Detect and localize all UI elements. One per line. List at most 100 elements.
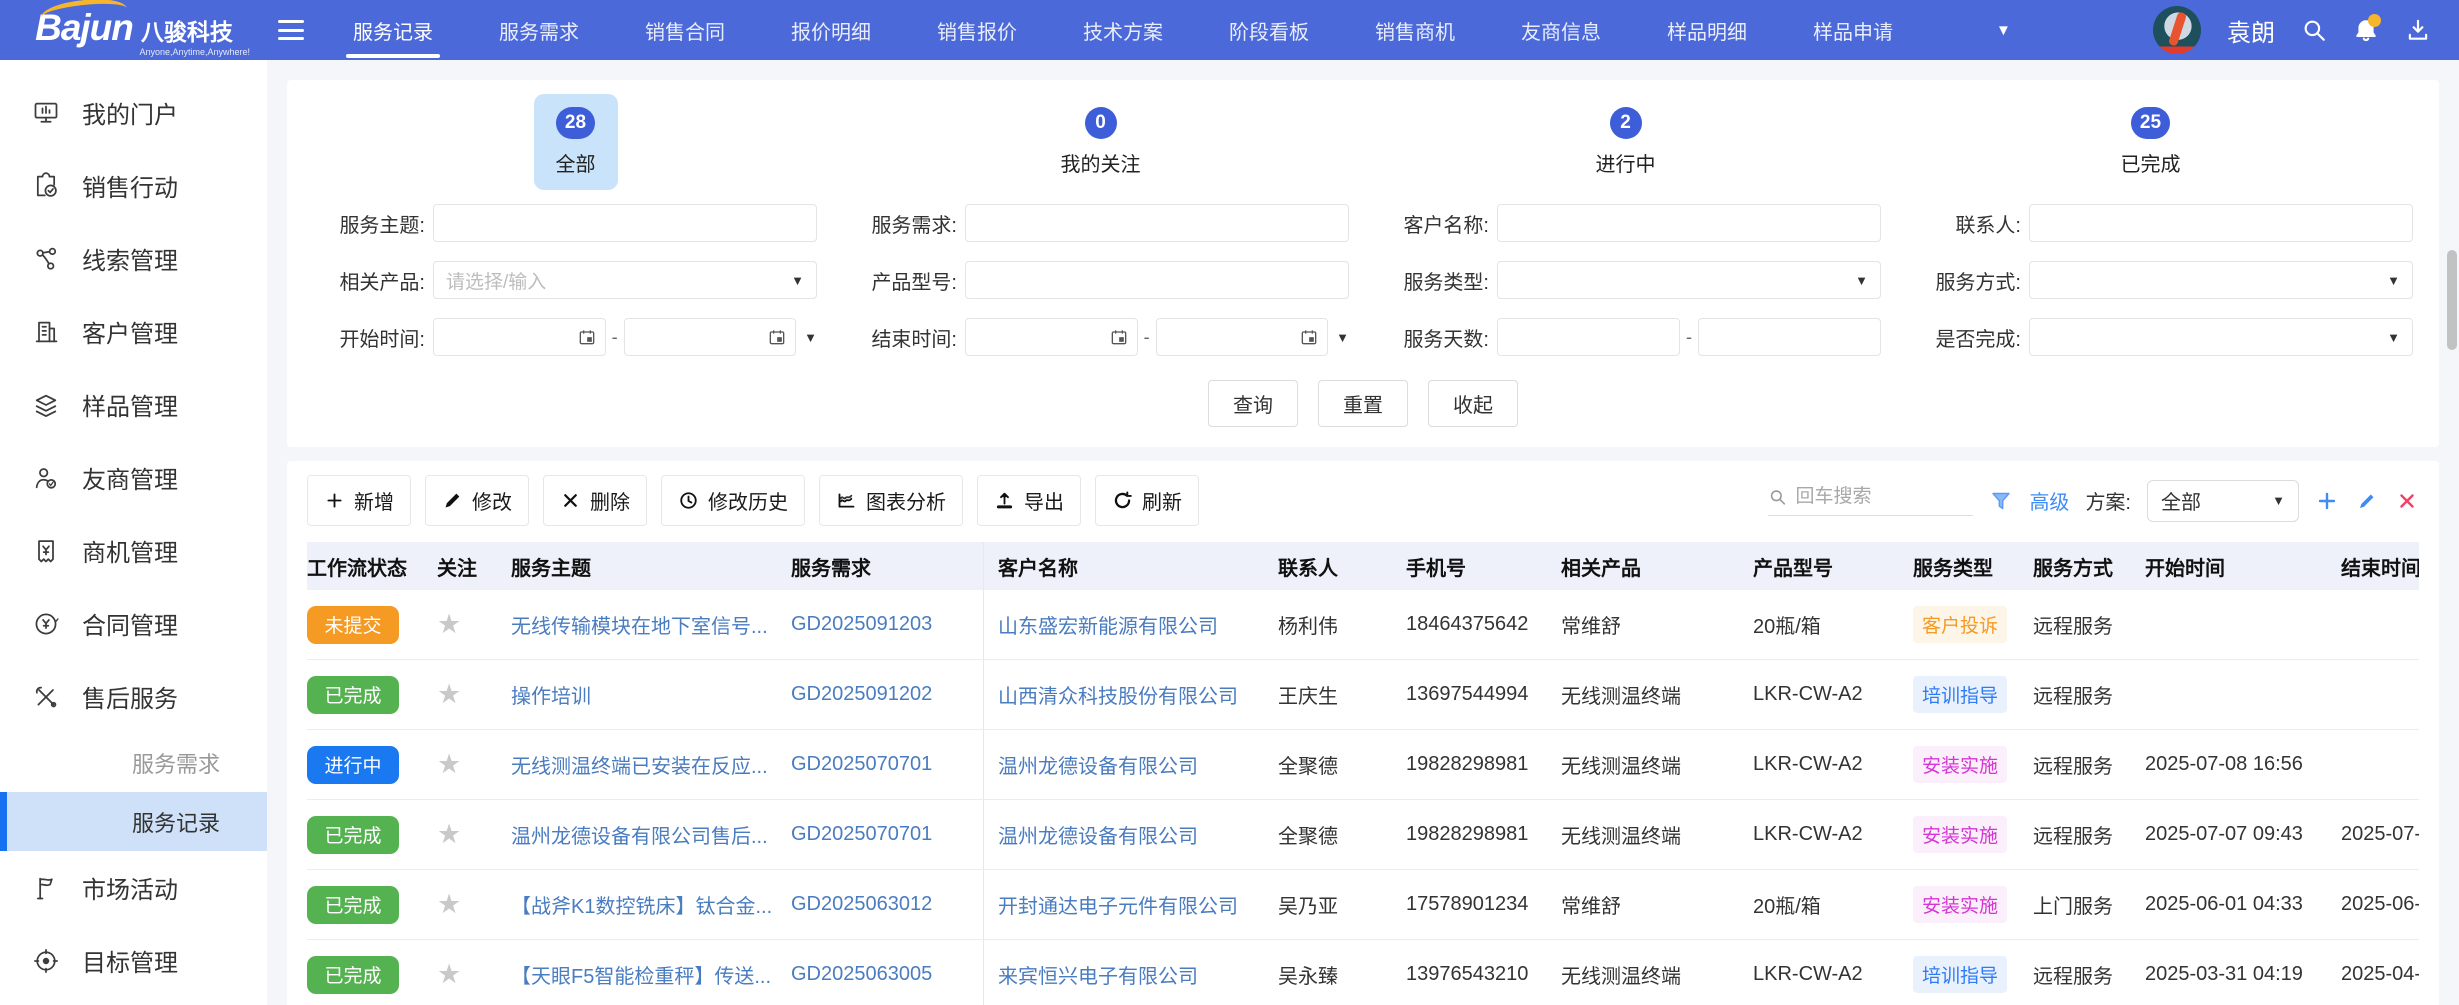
start-date-to[interactable] xyxy=(624,318,797,356)
nav-tab-sales-contracts[interactable]: 销售合同 xyxy=(612,0,758,60)
demand-link[interactable]: GD2025070701 xyxy=(791,753,932,776)
end-date-from[interactable] xyxy=(965,318,1138,356)
table-search[interactable] xyxy=(1768,486,1973,516)
filter-funnel-icon[interactable] xyxy=(1989,489,2013,513)
nav-tab-sales-opportunities[interactable]: 销售商机 xyxy=(1342,0,1488,60)
caret-down-icon[interactable]: ▼ xyxy=(804,330,817,345)
sidebar-item-samples[interactable]: 样品管理 xyxy=(0,368,267,441)
search-icon[interactable] xyxy=(2301,17,2327,43)
star-icon[interactable]: ★ xyxy=(437,611,461,638)
nav-tab-service-demands[interactable]: 服务需求 xyxy=(466,0,612,60)
customer-link[interactable]: 温州龙德设备有限公司 xyxy=(998,750,1198,779)
history-button[interactable]: 修改历史 xyxy=(661,475,805,526)
sidebar-item-my-portal[interactable]: 我的门户 xyxy=(0,76,267,149)
nav-tab-sample-requests[interactable]: 样品申请 xyxy=(1780,0,1926,60)
topic-link[interactable]: 温州龙德设备有限公司售后... xyxy=(511,820,768,849)
model-input[interactable] xyxy=(978,269,1336,291)
sidebar-item-leads[interactable]: 线索管理 xyxy=(0,222,267,295)
nav-more-caret-icon[interactable]: ▼ xyxy=(1996,0,2011,60)
customer-link[interactable]: 来宾恒兴电子有限公司 xyxy=(998,960,1198,989)
topic-link[interactable]: 无线测温终端已安装在反应... xyxy=(511,750,768,779)
demand-input[interactable] xyxy=(978,212,1336,234)
scheme-edit-icon[interactable] xyxy=(2355,489,2379,513)
sidebar-item-after-sales[interactable]: 售后服务 xyxy=(0,660,267,733)
edit-button[interactable]: 修改 xyxy=(425,475,529,526)
topic-link[interactable]: 【战斧K1数控铣床】钛合金... xyxy=(511,890,772,919)
customer-link[interactable]: 开封通达电子元件有限公司 xyxy=(998,890,1238,919)
star-icon[interactable]: ★ xyxy=(437,961,461,988)
contact-input[interactable] xyxy=(2042,212,2400,234)
demand-link[interactable]: GD2025063005 xyxy=(791,963,932,986)
scrollbar-thumb[interactable] xyxy=(2447,250,2457,350)
table-row[interactable]: 已完成 ★ 温州龙德设备有限公司售后... GD2025070701 温州龙德设… xyxy=(307,800,2419,870)
chart-analysis-button[interactable]: 图表分析 xyxy=(819,475,963,526)
sidebar-item-marketing[interactable]: 市场活动 xyxy=(0,851,267,924)
table-row[interactable]: 未提交 ★ 无线传输模块在地下室信号... GD2025091203 山东盛宏新… xyxy=(307,590,2419,660)
user-name[interactable]: 袁朗 xyxy=(2227,13,2275,48)
method-select[interactable]: ▼ xyxy=(2029,261,2413,299)
nav-tab-sales-quotes[interactable]: 销售报价 xyxy=(904,0,1050,60)
sidebar-subitem-service-records[interactable]: 服务记录 xyxy=(0,792,267,851)
customer-input[interactable] xyxy=(1510,212,1868,234)
topic-input[interactable] xyxy=(446,212,804,234)
table-search-input[interactable] xyxy=(1796,486,1974,508)
start-date-from[interactable] xyxy=(433,318,606,356)
scheme-select[interactable]: 全部 ▼ xyxy=(2147,480,2299,522)
sidebar-item-sales-actions[interactable]: 销售行动 xyxy=(0,149,267,222)
nav-tab-stage-board[interactable]: 阶段看板 xyxy=(1196,0,1342,60)
sidebar-item-customers[interactable]: 客户管理 xyxy=(0,295,267,368)
scheme-delete-icon[interactable] xyxy=(2395,489,2419,513)
export-button[interactable]: 导出 xyxy=(977,475,1081,526)
query-button[interactable]: 查询 xyxy=(1208,380,1298,427)
demand-link[interactable]: GD2025063012 xyxy=(791,893,932,916)
star-icon[interactable]: ★ xyxy=(437,891,461,918)
star-icon[interactable]: ★ xyxy=(437,821,461,848)
demand-link[interactable]: GD2025070701 xyxy=(791,823,932,846)
brand-logo[interactable]: Bajun 八骏科技 Anyone,Anytime,Anywhere! xyxy=(0,3,268,57)
reset-button[interactable]: 重置 xyxy=(1318,380,1408,427)
nav-tab-service-records[interactable]: 服务记录 xyxy=(320,0,466,60)
menu-hamburger-icon[interactable] xyxy=(278,20,304,40)
caret-down-icon[interactable]: ▼ xyxy=(1336,330,1349,345)
advanced-link[interactable]: 高级 xyxy=(2029,486,2069,515)
refresh-button[interactable]: 刷新 xyxy=(1095,475,1199,526)
vertical-scrollbar[interactable] xyxy=(2447,60,2457,1005)
demand-link[interactable]: GD2025091202 xyxy=(791,683,932,706)
sidebar-item-opportunities[interactable]: 商机管理 xyxy=(0,514,267,587)
table-row[interactable]: 已完成 ★ 操作培训 GD2025091202 山西清众科技股份有限公司 王庆生… xyxy=(307,660,2419,730)
user-avatar[interactable] xyxy=(2153,6,2201,54)
sidebar-item-contracts[interactable]: 合同管理 xyxy=(0,587,267,660)
collapse-button[interactable]: 收起 xyxy=(1428,380,1518,427)
stat-completed[interactable]: 25 已完成 xyxy=(2099,94,2203,190)
nav-tab-competitor-info[interactable]: 友商信息 xyxy=(1488,0,1634,60)
table-row[interactable]: 进行中 ★ 无线测温终端已安装在反应... GD2025070701 温州龙德设… xyxy=(307,730,2419,800)
done-select[interactable]: ▼ xyxy=(2029,318,2413,356)
topic-link[interactable]: 无线传输模块在地下室信号... xyxy=(511,610,768,639)
table-row[interactable]: 已完成 ★ 【战斧K1数控铣床】钛合金... GD2025063012 开封通达… xyxy=(307,870,2419,940)
download-icon[interactable] xyxy=(2405,17,2431,43)
nav-tab-sample-details[interactable]: 样品明细 xyxy=(1634,0,1780,60)
add-button[interactable]: 新增 xyxy=(307,475,411,526)
scheme-add-icon[interactable] xyxy=(2315,489,2339,513)
topic-link[interactable]: 【天眼F5智能检重秤】传送... xyxy=(511,960,771,989)
days-min-input[interactable] xyxy=(1497,318,1680,356)
nav-tab-tech-plans[interactable]: 技术方案 xyxy=(1050,0,1196,60)
nav-tab-quote-details[interactable]: 报价明细 xyxy=(758,0,904,60)
product-select[interactable]: 请选择/输入 ▼ xyxy=(433,261,817,299)
customer-link[interactable]: 温州龙德设备有限公司 xyxy=(998,820,1198,849)
stat-all[interactable]: 28 全部 xyxy=(534,94,618,190)
notification-bell-icon[interactable] xyxy=(2353,17,2379,43)
delete-button[interactable]: 删除 xyxy=(543,475,647,526)
stat-in-progress[interactable]: 2 进行中 xyxy=(1574,94,1678,190)
customer-link[interactable]: 山西清众科技股份有限公司 xyxy=(998,680,1238,709)
sidebar-subitem-service-demands[interactable]: 服务需求 xyxy=(0,733,267,792)
type-select[interactable]: ▼ xyxy=(1497,261,1881,299)
star-icon[interactable]: ★ xyxy=(437,751,461,778)
table-row[interactable]: 已完成 ★ 【天眼F5智能检重秤】传送... GD2025063005 来宾恒兴… xyxy=(307,940,2419,1005)
days-max-input[interactable] xyxy=(1698,318,1881,356)
customer-link[interactable]: 山东盛宏新能源有限公司 xyxy=(998,610,1218,639)
stat-my-follow[interactable]: 0 我的关注 xyxy=(1039,94,1163,190)
sidebar-item-targets[interactable]: 目标管理 xyxy=(0,924,267,997)
star-icon[interactable]: ★ xyxy=(437,681,461,708)
topic-link[interactable]: 操作培训 xyxy=(511,680,591,709)
